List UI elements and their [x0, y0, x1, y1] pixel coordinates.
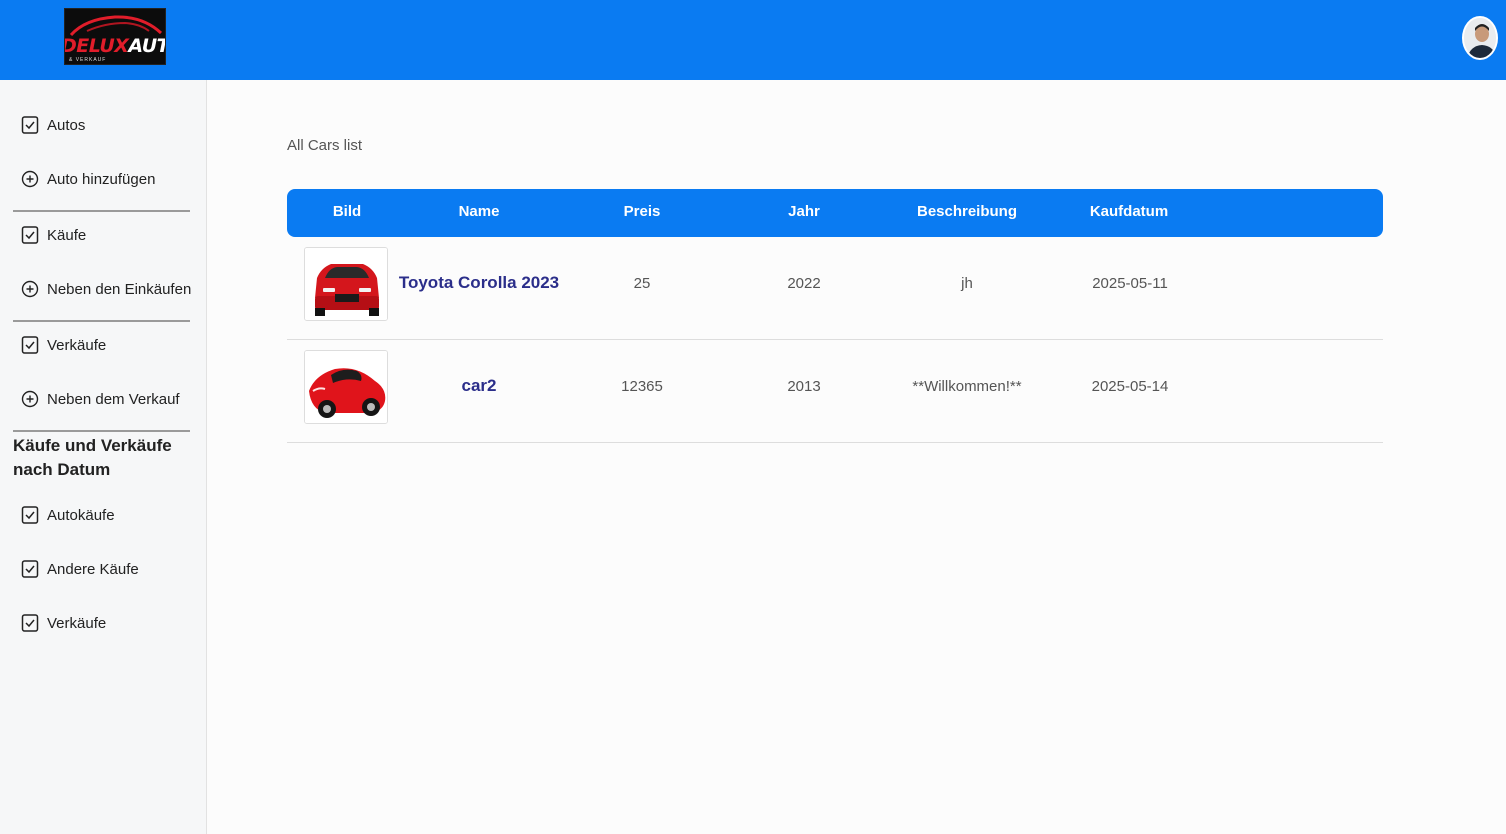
sidebar-item-autokaeufe[interactable]: Autokäufe	[21, 503, 115, 527]
logo-tagline: & VERKAUF	[69, 57, 107, 63]
sidebar-divider	[13, 430, 190, 432]
sidebar: Autos Auto hinzufügen Käufe Neben den Ei…	[0, 80, 207, 834]
sidebar-item-label: Verkäufe	[47, 614, 107, 632]
sidebar-item-kaeufe[interactable]: Käufe	[21, 223, 86, 247]
column-header-preis[interactable]: Preis	[562, 203, 722, 220]
plus-circle-icon	[21, 170, 39, 188]
checkbox-icon	[21, 560, 39, 578]
sidebar-item-andere-kaeufe[interactable]: Andere Käufe	[21, 557, 139, 581]
column-header-name[interactable]: Name	[399, 203, 559, 220]
car-name[interactable]: car2	[389, 376, 569, 396]
page-title: All Cars list	[287, 137, 363, 154]
column-header-jahr[interactable]: Jahr	[724, 203, 884, 220]
table-header: Bild Name Preis Jahr Beschreibung Kaufda…	[287, 189, 1383, 237]
sidebar-item-label: Verkäufe	[47, 336, 107, 354]
sidebar-item-auto-hinzufuegen[interactable]: Auto hinzufügen	[21, 167, 155, 191]
sidebar-item-verkaeufe[interactable]: Verkäufe	[21, 333, 106, 357]
checkbox-icon	[21, 506, 39, 524]
sidebar-item-label: Auto hinzufügen	[47, 170, 156, 188]
car-description: jh	[961, 275, 973, 292]
plus-circle-icon	[21, 390, 39, 408]
checkbox-icon	[21, 226, 39, 244]
sidebar-item-label: Neben dem Verkauf	[47, 390, 180, 408]
sidebar-divider	[13, 210, 190, 212]
red-sports-car-image	[305, 351, 387, 423]
table-row[interactable]: car2 12365 2013 **Willkommen!** 2025-05-…	[287, 340, 1383, 443]
brand-logo[interactable]: DELUXAUTO & VERKAUF	[64, 8, 166, 65]
sidebar-divider	[13, 320, 190, 322]
column-header-beschreibung[interactable]: Beschreibung	[887, 203, 1047, 220]
car-year: 2022	[787, 275, 821, 292]
sidebar-item-label: Andere Käufe	[47, 560, 139, 578]
purchase-date: 2025-05-11	[1092, 275, 1168, 292]
sidebar-item-autos[interactable]: Autos	[21, 113, 85, 137]
column-header-kaufdatum[interactable]: Kaufdatum	[1049, 203, 1209, 220]
user-avatar[interactable]	[1462, 16, 1498, 60]
sidebar-item-verkaeufe-by-date[interactable]: Verkäufe	[21, 611, 106, 635]
car-description: **Willkommen!**	[912, 378, 1022, 395]
sidebar-item-label: Autos	[47, 116, 86, 134]
red-suv-image	[305, 248, 387, 320]
checkbox-icon	[21, 614, 39, 632]
sidebar-item-neben-dem-verkauf[interactable]: Neben dem Verkauf	[21, 387, 180, 411]
table-row[interactable]: Toyota Corolla 2023 25 2022 jh 2025-05-1…	[287, 237, 1383, 340]
car-name[interactable]: Toyota Corolla 2023	[389, 273, 569, 293]
checkbox-icon	[21, 336, 39, 354]
purchase-date: 2025-05-14	[1091, 378, 1169, 395]
logo-wordmark: DELUXAUTO	[64, 35, 165, 57]
car-thumbnail-red-sports-car[interactable]	[304, 350, 388, 424]
car-thumbnail-red-suv[interactable]	[304, 247, 388, 321]
sidebar-item-label: Käufe	[47, 226, 87, 244]
sidebar-item-label: Neben den Einkäufen	[47, 280, 192, 298]
car-price: 25	[633, 275, 651, 292]
avatar-portrait-icon	[1464, 18, 1496, 58]
top-bar: DELUXAUTO & VERKAUF	[0, 0, 1506, 80]
car-price: 12365	[621, 378, 663, 395]
plus-circle-icon	[21, 280, 39, 298]
sidebar-section-heading: Käufe und Verkäufe nach Datum	[13, 436, 172, 479]
sidebar-item-label: Autokäufe	[47, 506, 115, 524]
checkbox-icon	[21, 116, 39, 134]
sidebar-item-neben-den-einkaeufen[interactable]: Neben den Einkäufen	[21, 277, 191, 301]
car-year: 2013	[787, 378, 821, 395]
